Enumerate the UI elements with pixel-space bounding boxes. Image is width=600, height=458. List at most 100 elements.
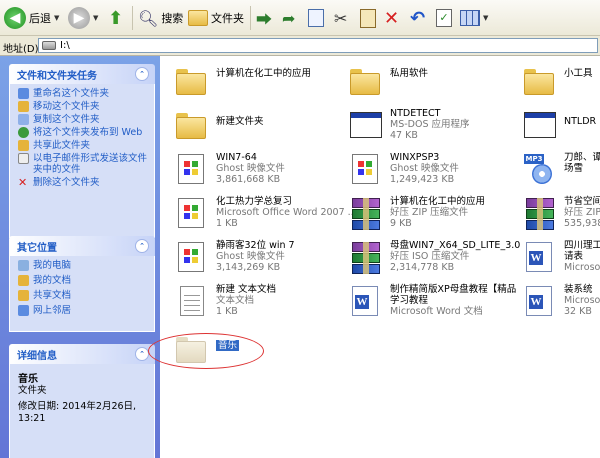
move-to-button[interactable]: ⮕ bbox=[256, 4, 272, 32]
rar-icon bbox=[522, 196, 556, 230]
file-item[interactable]: 新建文件夹 bbox=[166, 104, 336, 152]
detail-modified: 修改日期: 2014年2月26日, 13:21 bbox=[18, 401, 137, 424]
file-item[interactable]: 私用软件 bbox=[340, 60, 510, 108]
file-item[interactable]: MP3 刀郎、谭 场雪 bbox=[514, 148, 600, 196]
ghost-image-icon bbox=[174, 240, 208, 274]
task-copy-folder[interactable]: 复制这个文件夹 bbox=[18, 114, 150, 125]
details-pane: 详细信息 ⌃ 音乐 文件夹 修改日期: 2014年2月26日, 13:21 bbox=[9, 344, 155, 458]
task-publish-web[interactable]: 将这个文件夹发布到 Web bbox=[18, 127, 150, 138]
file-item[interactable]: W 装系统Microsoft32 KB bbox=[514, 280, 600, 328]
folder-icon bbox=[522, 64, 556, 98]
views-button[interactable]: ▼ bbox=[460, 4, 488, 32]
word-icon: W bbox=[522, 240, 556, 274]
detail-name: 音乐 bbox=[18, 374, 38, 385]
task-delete-folder[interactable]: ✕ 删除这个文件夹 bbox=[18, 177, 150, 188]
folder-icon bbox=[174, 64, 208, 98]
details-header[interactable]: 详细信息 ⌃ bbox=[9, 344, 155, 364]
task-pane: 文件和文件夹任务 ⌃ 重命名这个文件夹 移动这个文件夹 复制这个文件夹 将这个文… bbox=[0, 56, 160, 458]
delete-x-icon: ✕ bbox=[18, 176, 28, 189]
address-input[interactable]: I:\ bbox=[38, 38, 598, 53]
collapse-chevron-icon[interactable]: ⌃ bbox=[135, 239, 149, 253]
other-places-header[interactable]: 其它位置 ⌃ bbox=[9, 236, 155, 256]
delete-x-icon: ✕ bbox=[384, 7, 400, 29]
file-item[interactable]: 节省空间 好压 ZIP 535,938 bbox=[514, 192, 600, 240]
rename-icon bbox=[18, 88, 29, 99]
copy-icon bbox=[308, 9, 324, 27]
share-folder-icon bbox=[18, 140, 29, 151]
word-icon: W bbox=[522, 284, 556, 318]
search-icon: 🔍︎ bbox=[138, 8, 159, 28]
detail-type: 文件夹 bbox=[18, 385, 47, 396]
text-doc-icon bbox=[174, 284, 208, 318]
move-to-icon: ⮕ bbox=[256, 10, 273, 29]
file-folder-tasks-pane: 文件和文件夹任务 ⌃ 重命名这个文件夹 移动这个文件夹 复制这个文件夹 将这个文… bbox=[9, 64, 155, 238]
window-icon bbox=[522, 108, 556, 142]
properties-check-icon: ✓ bbox=[436, 9, 452, 27]
place-my-computer[interactable]: 我的电脑 bbox=[18, 260, 150, 271]
file-item[interactable]: NTDETECT MS-DOS 应用程序 47 KB bbox=[340, 104, 510, 152]
window-icon bbox=[348, 108, 382, 142]
cut-button[interactable]: ✂ bbox=[334, 4, 347, 32]
up-folder-button[interactable]: ⬆ bbox=[108, 4, 123, 32]
file-item[interactable]: W 四川理工请表Microsoft bbox=[514, 236, 600, 284]
folders-button[interactable]: 文件夹 bbox=[188, 4, 244, 32]
shared-folder-icon bbox=[18, 290, 29, 301]
file-item[interactable]: 小工具 bbox=[514, 60, 600, 108]
folder-icon bbox=[174, 108, 208, 142]
mp3-icon: MP3 bbox=[522, 152, 556, 186]
copy-icon bbox=[18, 114, 29, 125]
file-item[interactable]: WIN7-64 Ghost 映像文件 3,861,668 KB bbox=[166, 148, 336, 196]
up-folder-icon: ⬆ bbox=[108, 7, 124, 29]
place-my-documents[interactable]: 我的文档 bbox=[18, 275, 150, 286]
computer-icon bbox=[18, 260, 29, 271]
search-button[interactable]: 🔍︎ 搜索 bbox=[138, 4, 183, 32]
file-item[interactable]: 计算机在化工中的应用 好压 ZIP 压缩文件 9 KB bbox=[340, 192, 510, 240]
back-arrow-icon: ◀ bbox=[4, 7, 26, 29]
details-body: 音乐 文件夹 修改日期: 2014年2月26日, 13:21 bbox=[9, 364, 155, 458]
file-item[interactable]: NTLDR bbox=[514, 104, 600, 152]
file-item[interactable]: 新建 文本文档 文本文档 1 KB bbox=[166, 280, 336, 328]
copy-to-button[interactable]: ➦ bbox=[282, 4, 295, 32]
task-share-folder[interactable]: 共享此文件夹 bbox=[18, 140, 150, 151]
forward-button[interactable]: ▶ ▼ bbox=[68, 4, 98, 32]
file-list: 计算机在化工中的应用 私用软件 小工具 新建文件夹 NTDETECT MS-DOS… bbox=[160, 56, 600, 458]
address-path: I:\ bbox=[60, 40, 70, 51]
delete-button[interactable]: ✕ bbox=[384, 4, 399, 32]
dropdown-arrow-icon[interactable]: ▼ bbox=[93, 14, 98, 22]
address-bar: 地址(D) I:\ bbox=[0, 36, 600, 56]
file-folder-tasks-body: 重命名这个文件夹 移动这个文件夹 复制这个文件夹 将这个文件夹发布到 Web 共… bbox=[9, 84, 155, 238]
file-item[interactable]: 静雨客32位 win 7 Ghost 映像文件 3,143,269 KB bbox=[166, 236, 336, 284]
place-shared-documents[interactable]: 共享文档 bbox=[18, 290, 150, 301]
ghost-image-icon bbox=[174, 152, 208, 186]
file-item[interactable]: 计算机在化工中的应用 bbox=[166, 60, 336, 108]
network-icon bbox=[18, 305, 29, 316]
undo-icon: ↶ bbox=[410, 7, 426, 29]
task-rename-folder[interactable]: 重命名这个文件夹 bbox=[18, 88, 150, 99]
file-item[interactable]: 化工热力学总复习 Microsoft Office Word 2007 ... 1 … bbox=[166, 192, 357, 240]
other-places-body: 我的电脑 我的文档 共享文档 网上邻居 bbox=[9, 256, 155, 332]
forward-arrow-icon: ▶ bbox=[68, 7, 90, 29]
task-move-folder[interactable]: 移动这个文件夹 bbox=[18, 101, 150, 112]
copy-button[interactable] bbox=[308, 4, 324, 32]
back-button[interactable]: ◀ 后退 ▼ bbox=[4, 4, 59, 32]
file-folder-tasks-header[interactable]: 文件和文件夹任务 ⌃ bbox=[9, 64, 155, 84]
drive-icon bbox=[42, 41, 56, 50]
dropdown-arrow-icon[interactable]: ▼ bbox=[483, 14, 488, 22]
email-icon bbox=[18, 153, 29, 164]
globe-icon bbox=[18, 127, 29, 138]
dropdown-arrow-icon[interactable]: ▼ bbox=[54, 14, 59, 22]
place-network[interactable]: 网上邻居 bbox=[18, 305, 150, 316]
separator bbox=[132, 6, 133, 30]
file-item[interactable]: 母盘WIN7_X64_SD_LITE_3.0 好压 ISO 压缩文件 2,314,7… bbox=[340, 236, 520, 284]
paste-button[interactable] bbox=[360, 4, 376, 32]
collapse-chevron-icon[interactable]: ⌃ bbox=[135, 67, 149, 81]
file-item[interactable]: WINXPSP3 Ghost 映像文件 1,249,423 KB bbox=[340, 148, 510, 196]
collapse-chevron-icon[interactable]: ⌃ bbox=[135, 347, 149, 361]
ghost-image-icon bbox=[174, 196, 208, 230]
task-email-files[interactable]: 以电子邮件形式发送该文件夹中的文件 bbox=[18, 153, 150, 175]
file-item[interactable]: W 制作精简版XP母盘教程【精品 学习教程 Microsoft Word 文档 bbox=[340, 280, 516, 328]
rar-icon bbox=[348, 196, 382, 230]
undo-button[interactable]: ↶ bbox=[410, 4, 425, 32]
properties-button[interactable]: ✓ bbox=[436, 4, 452, 32]
move-icon bbox=[18, 101, 29, 112]
